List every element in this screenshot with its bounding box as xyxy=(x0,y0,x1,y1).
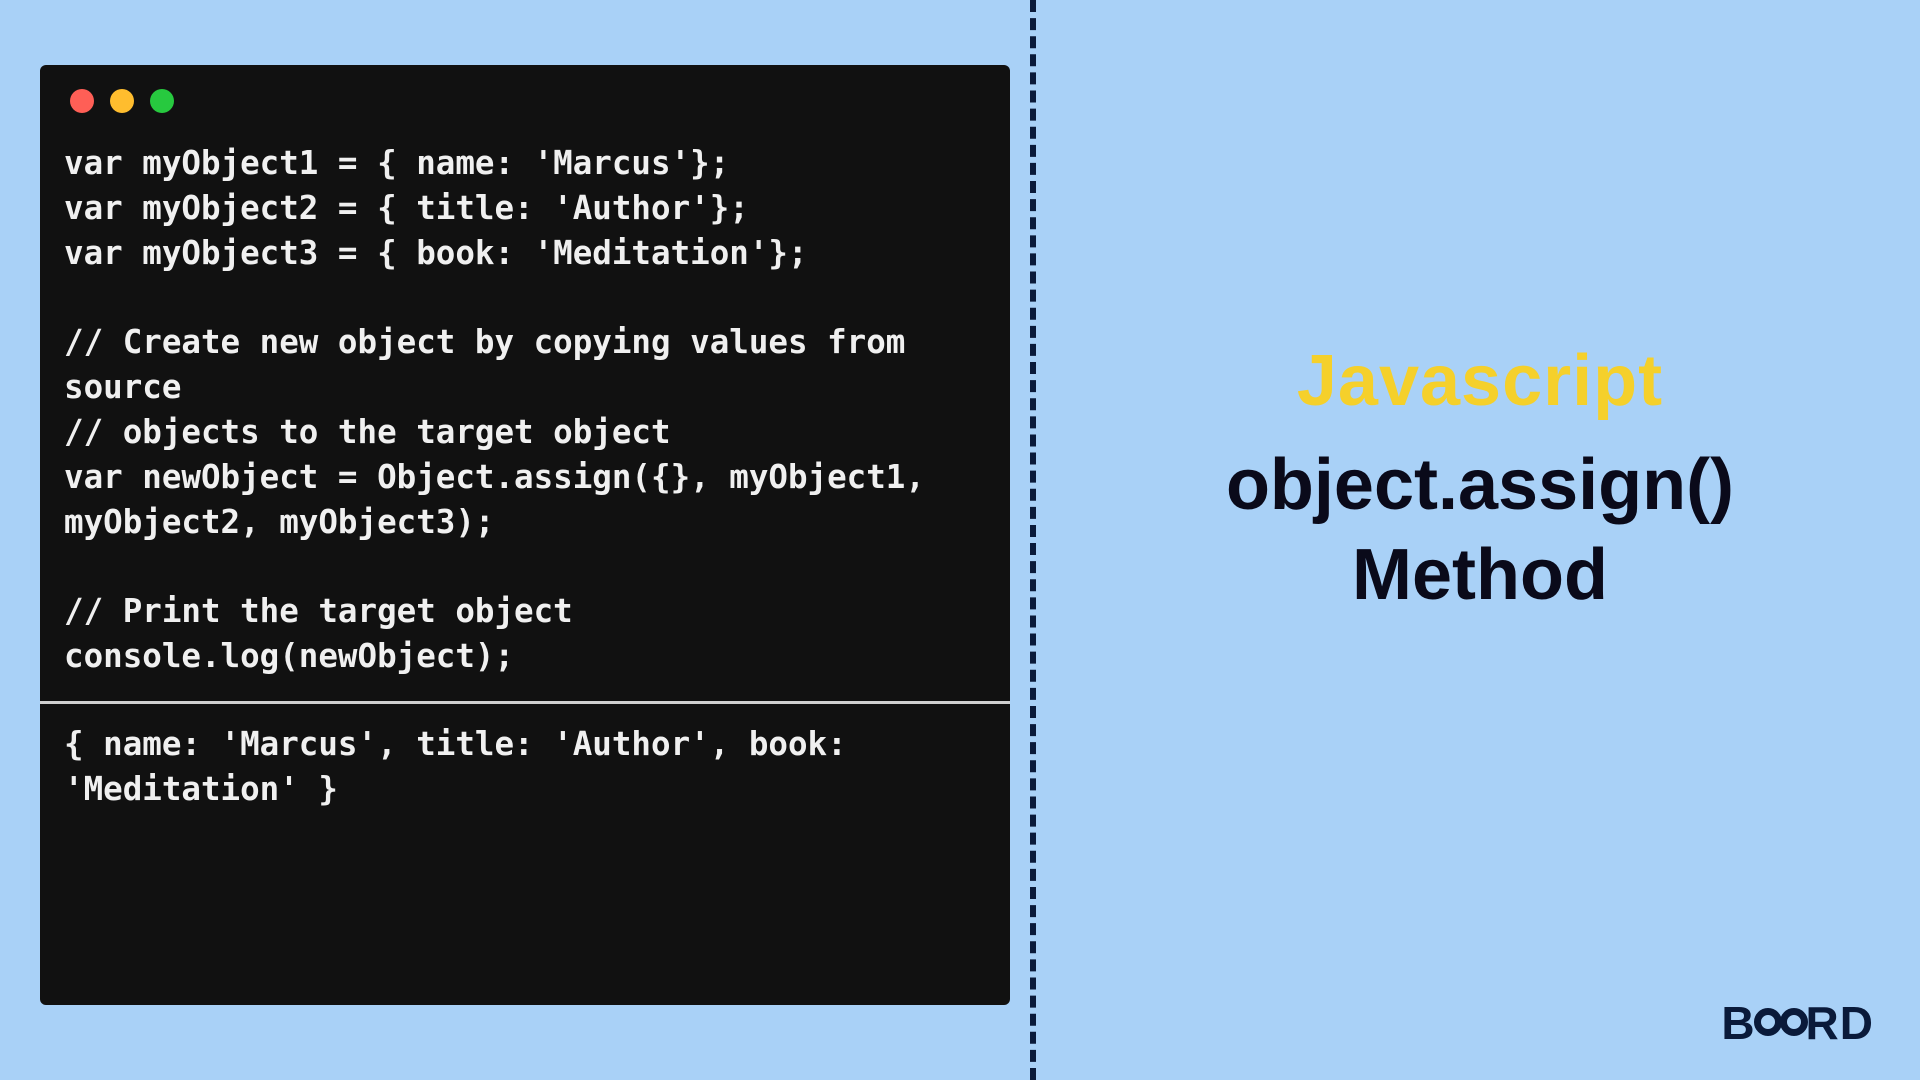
title-line-1: Javascript xyxy=(1070,340,1890,422)
minimize-icon xyxy=(110,89,134,113)
code-output-divider xyxy=(40,701,1010,704)
code-block: var myObject1 = { name: 'Marcus'}; var m… xyxy=(64,141,986,679)
title-line-3: Method xyxy=(1070,530,1890,620)
logo-text-left: B xyxy=(1721,996,1755,1050)
brand-logo: B RD xyxy=(1721,996,1874,1050)
logo-text-right: RD xyxy=(1806,996,1874,1050)
title-line-2: object.assign() xyxy=(1070,440,1890,530)
vertical-divider xyxy=(1030,0,1036,1080)
slide-title: Javascript object.assign() Method xyxy=(1070,340,1890,620)
code-snippet-card: var myObject1 = { name: 'Marcus'}; var m… xyxy=(40,65,1010,1005)
code-output: { name: 'Marcus', title: 'Author', book:… xyxy=(64,722,986,812)
close-icon xyxy=(70,89,94,113)
window-traffic-lights xyxy=(70,89,986,113)
maximize-icon xyxy=(150,89,174,113)
infinity-icon xyxy=(1754,1008,1808,1038)
